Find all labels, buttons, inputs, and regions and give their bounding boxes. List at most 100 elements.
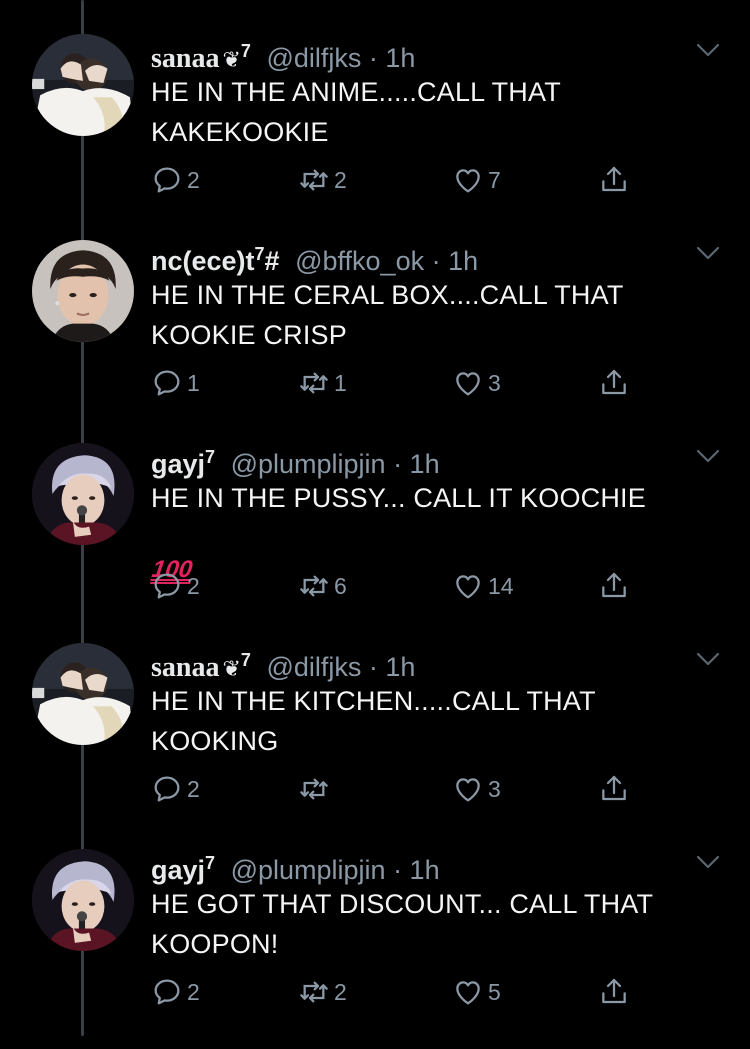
reply-count: 2 xyxy=(187,166,200,193)
timestamp: · 1h xyxy=(368,652,416,682)
like-button[interactable]: 7 xyxy=(452,160,501,200)
like-count: 14 xyxy=(488,572,514,599)
user-handle[interactable]: @bffko_ok xyxy=(295,246,424,276)
share-button[interactable] xyxy=(598,160,630,200)
like-button[interactable]: 3 xyxy=(452,363,501,403)
share-icon xyxy=(598,976,630,1008)
avatar[interactable] xyxy=(32,34,134,136)
reply-button[interactable]: 2 xyxy=(151,972,200,1012)
tweet-text: HE IN THE CERAL BOX....CALL THAT KOOKIE … xyxy=(151,280,624,350)
reply-button[interactable]: 2 xyxy=(151,160,200,200)
reply-count: 2 xyxy=(187,978,200,1005)
tweet-header: nc(ece)t7# @bffko_ok · 1h xyxy=(151,237,478,276)
reply-icon xyxy=(151,367,183,399)
name-superscript: 7 xyxy=(205,853,216,873)
tweet[interactable]: sanaa ❦7 @dilfjks · 1h HE IN THE ANIME...… xyxy=(0,34,750,237)
name-superscript: 7 xyxy=(205,447,216,467)
heart-badge-icon: ❦ xyxy=(222,656,241,681)
retweet-count: 1 xyxy=(334,369,347,396)
like-button[interactable]: 14 xyxy=(452,566,514,606)
share-button[interactable] xyxy=(598,972,630,1012)
avatar-hug-icon xyxy=(32,34,134,136)
reply-icon xyxy=(151,976,183,1008)
tweet[interactable]: gayj7 @plumplipjin · 1h HE GOT THAT DISC… xyxy=(0,846,750,1049)
share-icon xyxy=(598,367,630,399)
heart-icon xyxy=(452,570,484,602)
avatar[interactable] xyxy=(32,240,134,342)
avatar-singer-icon xyxy=(32,849,134,951)
retweet-icon xyxy=(298,367,330,399)
share-button[interactable] xyxy=(598,769,630,809)
tweet-text: HE IN THE KITCHEN.....CALL THAT KOOKING xyxy=(151,686,596,756)
display-name[interactable]: sanaa xyxy=(151,43,219,74)
retweet-button[interactable]: 2 xyxy=(298,972,347,1012)
like-button[interactable]: 3 xyxy=(452,769,501,809)
reply-count: 2 xyxy=(187,572,200,599)
avatar[interactable] xyxy=(32,443,134,545)
tweet-actions: 2 2 7 xyxy=(0,160,750,200)
tweet-header: gayj7 @plumplipjin · 1h xyxy=(151,846,440,885)
name-superscript: 7 xyxy=(254,244,265,264)
name-suffix: # xyxy=(264,246,280,276)
tweet[interactable]: gayj7 @plumplipjin · 1h HE IN THE PUSSY.… xyxy=(0,440,750,643)
share-button[interactable] xyxy=(598,566,630,606)
tweet-actions: 2 6 14 xyxy=(0,566,750,606)
chevron-down-icon[interactable] xyxy=(695,42,721,58)
heart-icon xyxy=(452,164,484,196)
share-icon xyxy=(598,773,630,805)
tweet-header: sanaa ❦7 @dilfjks · 1h xyxy=(151,643,415,683)
user-handle[interactable]: @plumplipjin xyxy=(231,855,386,885)
reply-count: 1 xyxy=(187,369,200,396)
timestamp: · 1h xyxy=(393,855,440,885)
chevron-down-icon[interactable] xyxy=(695,245,721,261)
heart-badge-icon: ❦ xyxy=(222,47,241,72)
timestamp: · 1h xyxy=(368,43,416,73)
user-handle[interactable]: @plumplipjin xyxy=(231,449,386,479)
avatar-portrait-icon xyxy=(32,240,134,342)
avatar-hug-icon xyxy=(32,643,134,745)
reply-count: 2 xyxy=(187,775,200,802)
timestamp: · 1h xyxy=(431,246,479,276)
retweet-button[interactable] xyxy=(298,769,334,809)
display-name[interactable]: gayj xyxy=(151,449,205,479)
tweet-text: HE IN THE ANIME.....CALL THAT KAKEKOOKIE xyxy=(151,77,561,147)
name-superscript: 7 xyxy=(240,41,251,61)
tweet[interactable]: nc(ece)t7# @bffko_ok · 1h HE IN THE CERA… xyxy=(0,237,750,440)
avatar[interactable] xyxy=(32,849,134,951)
retweet-button[interactable]: 6 xyxy=(298,566,347,606)
like-button[interactable]: 5 xyxy=(452,972,501,1012)
user-handle[interactable]: @dilfjks xyxy=(266,652,361,682)
share-button[interactable] xyxy=(598,363,630,403)
reply-button[interactable]: 1 xyxy=(151,363,200,403)
like-count: 7 xyxy=(488,166,501,193)
tweet-header: sanaa ❦7 @dilfjks · 1h xyxy=(151,34,415,74)
avatar[interactable] xyxy=(32,643,134,745)
retweet-icon xyxy=(298,570,330,602)
chevron-down-icon[interactable] xyxy=(695,854,721,870)
like-count: 3 xyxy=(488,775,501,802)
display-name[interactable]: sanaa xyxy=(151,652,219,683)
reply-icon xyxy=(151,773,183,805)
tweet-text: HE IN THE PUSSY... CALL IT KOOCHIE xyxy=(151,483,646,513)
retweet-count: 2 xyxy=(334,978,347,1005)
reply-icon xyxy=(151,164,183,196)
user-handle[interactable]: @dilfjks xyxy=(266,43,361,73)
retweet-button[interactable]: 2 xyxy=(298,160,347,200)
retweet-button[interactable]: 1 xyxy=(298,363,347,403)
avatar-singer-icon xyxy=(32,443,134,545)
like-count: 5 xyxy=(488,978,501,1005)
tweet[interactable]: sanaa ❦7 @dilfjks · 1h HE IN THE KITCHEN.… xyxy=(0,643,750,846)
heart-icon xyxy=(452,773,484,805)
like-count: 3 xyxy=(488,369,501,396)
heart-icon xyxy=(452,367,484,399)
reply-button[interactable]: 2 xyxy=(151,566,200,606)
chevron-down-icon[interactable] xyxy=(695,651,721,667)
chevron-down-icon[interactable] xyxy=(695,448,721,464)
display-name[interactable]: gayj xyxy=(151,855,205,885)
tweet-actions: 2 2 5 xyxy=(0,972,750,1012)
reply-button[interactable]: 2 xyxy=(151,769,200,809)
display-name[interactable]: nc(ece)t xyxy=(151,246,255,276)
retweet-count: 2 xyxy=(334,166,347,193)
share-icon xyxy=(598,164,630,196)
share-icon xyxy=(598,570,630,602)
